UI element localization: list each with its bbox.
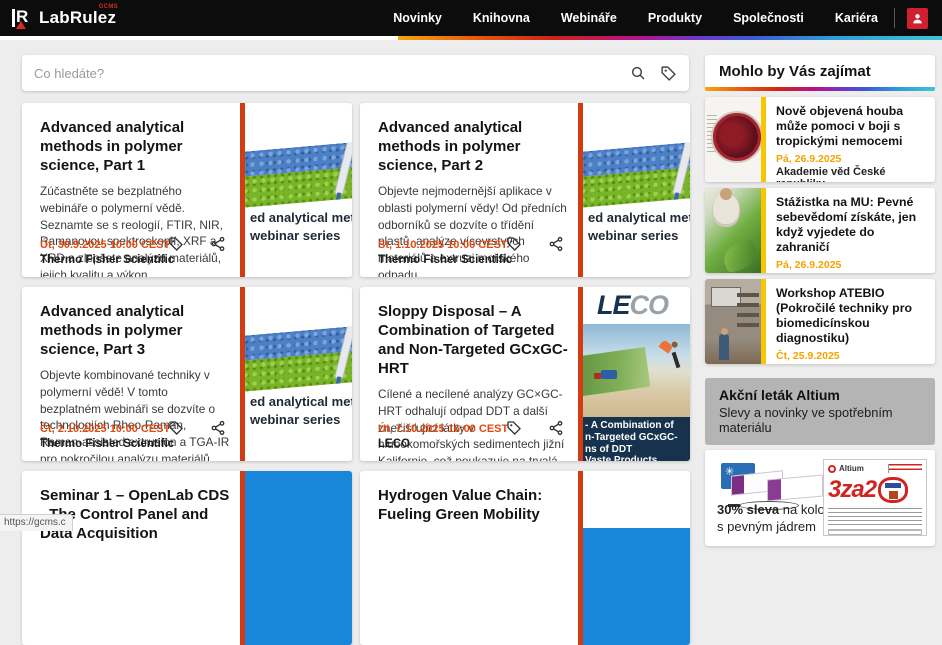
nav-item-spolecnosti[interactable]: Společnosti [733,11,804,25]
rainbow-accent-stripe [0,36,942,40]
webinar-card-grid: Advanced analytical methods in polymer s… [22,103,690,645]
right-sidebar: Mohlo by Vás zajímat Nově objevená houba… [705,55,935,546]
webinar-thumbnail[interactable]: LECO - A Combination of n-Targeted GCxGC… [583,287,690,461]
news-date: Čt, 25.9.2025 [776,350,840,362]
search-bar [22,55,689,91]
webinar-card[interactable]: Advanced analytical methods in polymer s… [22,103,352,277]
promo-title: Akční leták Altium [719,387,840,403]
user-account-button[interactable] [907,7,928,29]
webinar-company[interactable]: Thermo Fisher Scientific [40,438,232,450]
altium-logo-icon [828,464,836,473]
altium-brand: Altium [839,464,864,473]
flyer-offer-text: 3za2 [828,476,877,503]
search-icon[interactable] [630,65,646,81]
leco-thumbnail-caption: - A Combination of n-Targeted GCxGC- ns … [583,417,690,461]
webinar-card[interactable]: Seminar 1 – OpenLab CDS - The Control Pa… [22,471,352,645]
tag-icon[interactable] [506,236,522,252]
tag-icon[interactable] [506,420,522,436]
webinar-title[interactable]: Advanced analytical methods in polymer s… [40,118,230,175]
webinar-thumbnail[interactable]: ed analytical methowebinar series [245,103,352,277]
tag-filter-icon[interactable] [660,65,677,82]
nav-item-knihovna[interactable]: Knihovna [473,11,530,25]
tag-icon[interactable] [168,236,184,252]
webinar-card[interactable]: Hydrogen Value Chain: Fueling Green Mobi… [360,471,690,645]
petri-dish-thumbnail [705,97,761,182]
flyer-body-text [828,508,922,526]
webinar-company[interactable]: LECO [378,438,570,450]
news-title[interactable]: Stážistka na MU: Pevné sebevědomí získát… [776,195,927,255]
webinar-company[interactable]: Thermo Fisher Scientific [378,254,570,266]
webinar-thumbnail[interactable] [583,471,690,645]
webinar-card[interactable]: Sloppy Disposal – A Combination of Targe… [360,287,690,461]
flyer-header-text [888,464,922,473]
news-source[interactable]: Watrex Praha [776,363,927,364]
main-nav: Novinky Knihovna Webináře Produkty Spole… [393,11,878,25]
share-icon[interactable] [548,420,564,436]
webinar-company[interactable]: Thermo Fisher Scientific [40,254,232,266]
search-input[interactable] [34,65,630,81]
leco-logo: LECO [583,287,690,324]
news-date: Pá, 26.9.2025 [776,153,842,165]
labrulez-logo[interactable]: R LabRulez GCMS [10,4,119,29]
user-icon [913,13,922,23]
labrulez-logo-text: LabRulez GCMS [39,4,119,27]
news-date: Pá, 26.9.2025 [776,259,842,271]
tag-icon[interactable] [168,420,184,436]
flyer-info-box [828,529,922,535]
news-item[interactable]: Nově objevená houba může pomoci v boji s… [705,97,935,182]
webinar-thumbnail[interactable] [245,471,352,645]
lab-plants-thumbnail [705,188,761,273]
news-title[interactable]: Workshop ATEBIO (Pokročilé techniky pro … [776,286,927,346]
labrulez-logo-icon: R [10,7,32,29]
field-photo [583,324,690,417]
promo-section: Akční leták Altium Slevy a novinky ve sp… [705,378,935,546]
altium-flyer-image[interactable]: Altium 3za2 [823,459,927,536]
news-item[interactable]: Workshop ATEBIO (Pokročilé techniky pro … [705,279,935,364]
share-icon[interactable] [548,236,564,252]
workshop-thumbnail [705,279,761,364]
promo-subtitle: Slevy a novinky ve spotřebním materiálu [719,405,893,435]
news-item[interactable]: Stážistka na MU: Pevné sebevědomí získát… [705,188,935,273]
webinar-title[interactable]: Sloppy Disposal – A Combination of Targe… [378,302,568,378]
link-preview-statusbar: https://gcms.c [0,514,73,531]
nav-item-produkty[interactable]: Produkty [648,11,702,25]
recommended-rainbow-stripe [705,87,935,91]
nav-item-novinky[interactable]: Novinky [393,11,442,25]
webinar-title[interactable]: Advanced analytical methods in polymer s… [378,118,568,175]
polymer-pellets-image [583,141,690,209]
logo-superscript: GCMS [98,4,119,10]
news-source[interactable]: Masarykova univerzita [776,272,927,273]
webinar-card[interactable]: Advanced analytical methods in polymer s… [22,287,352,461]
news-title[interactable]: Nově objevená houba může pomoci v boji s… [776,104,927,149]
polymer-pellets-image [245,325,352,393]
nav-divider [894,8,895,28]
webinar-title[interactable]: Advanced analytical methods in polymer s… [40,302,230,359]
webinar-card[interactable]: Advanced analytical methods in polymer s… [360,103,690,277]
promo-header: Akční leták Altium Slevy a novinky ve sp… [705,378,935,445]
webinar-thumbnail[interactable]: ed analytical methowebinar series [583,103,690,277]
nav-item-kariera[interactable]: Kariéra [835,11,878,25]
flyer-product-circle [878,477,909,503]
promo-banner[interactable]: 30% sleva na kolony s pevným jádrem Alti… [705,450,935,546]
news-source[interactable]: Akademie věd České republiky [776,166,927,182]
nav-item-webinare[interactable]: Webináře [561,11,617,25]
webinar-title[interactable]: Hydrogen Value Chain: Fueling Green Mobi… [378,486,568,524]
recommended-section-title: Mohlo by Vás zajímat [705,55,935,87]
top-header: R LabRulez GCMS Novinky Knihovna Webináře… [0,0,942,36]
share-icon[interactable] [210,420,226,436]
webinar-thumbnail[interactable]: ed analytical methowebinar series [245,287,352,461]
share-icon[interactable] [210,236,226,252]
polymer-pellets-image [245,141,352,209]
